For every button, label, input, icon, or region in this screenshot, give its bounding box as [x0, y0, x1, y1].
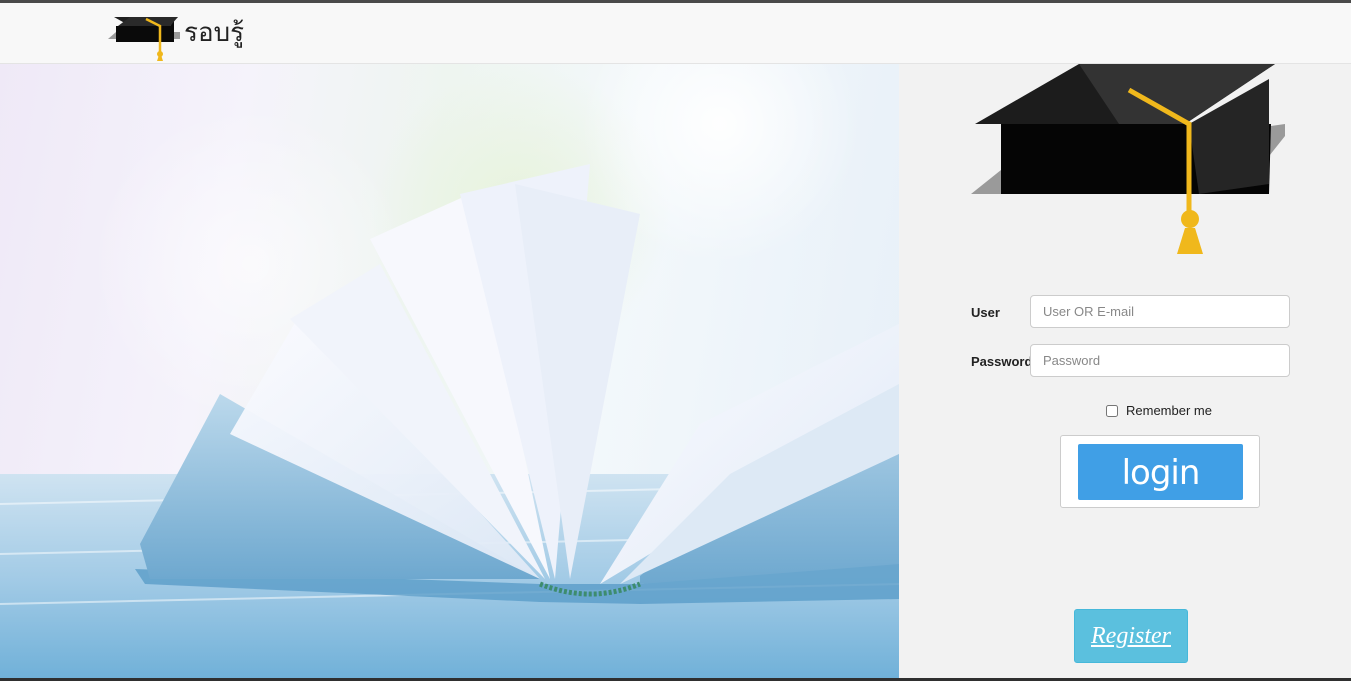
login-panel: User Password Remember me login Register: [899, 64, 1351, 681]
remember-me-label: Remember me: [1126, 403, 1212, 418]
register-button[interactable]: Register: [1074, 609, 1188, 663]
navbar: รอบรู้: [0, 3, 1351, 64]
hero-book-image: [0, 64, 899, 681]
user-label: User: [971, 305, 1000, 320]
remember-me-row: Remember me: [1106, 403, 1212, 418]
graduation-cap-icon: [971, 64, 1285, 254]
password-input[interactable]: [1030, 344, 1290, 377]
brand-link[interactable]: รอบรู้: [108, 9, 244, 61]
user-input[interactable]: [1030, 295, 1290, 328]
password-label: Password: [971, 354, 1033, 369]
brand-name: รอบรู้: [184, 17, 245, 48]
graduation-cap-icon: [108, 17, 180, 61]
open-book-illustration: [0, 64, 899, 681]
login-button-frame: login: [1060, 435, 1260, 508]
remember-me-checkbox[interactable]: [1106, 404, 1118, 417]
login-button[interactable]: login: [1078, 444, 1243, 500]
